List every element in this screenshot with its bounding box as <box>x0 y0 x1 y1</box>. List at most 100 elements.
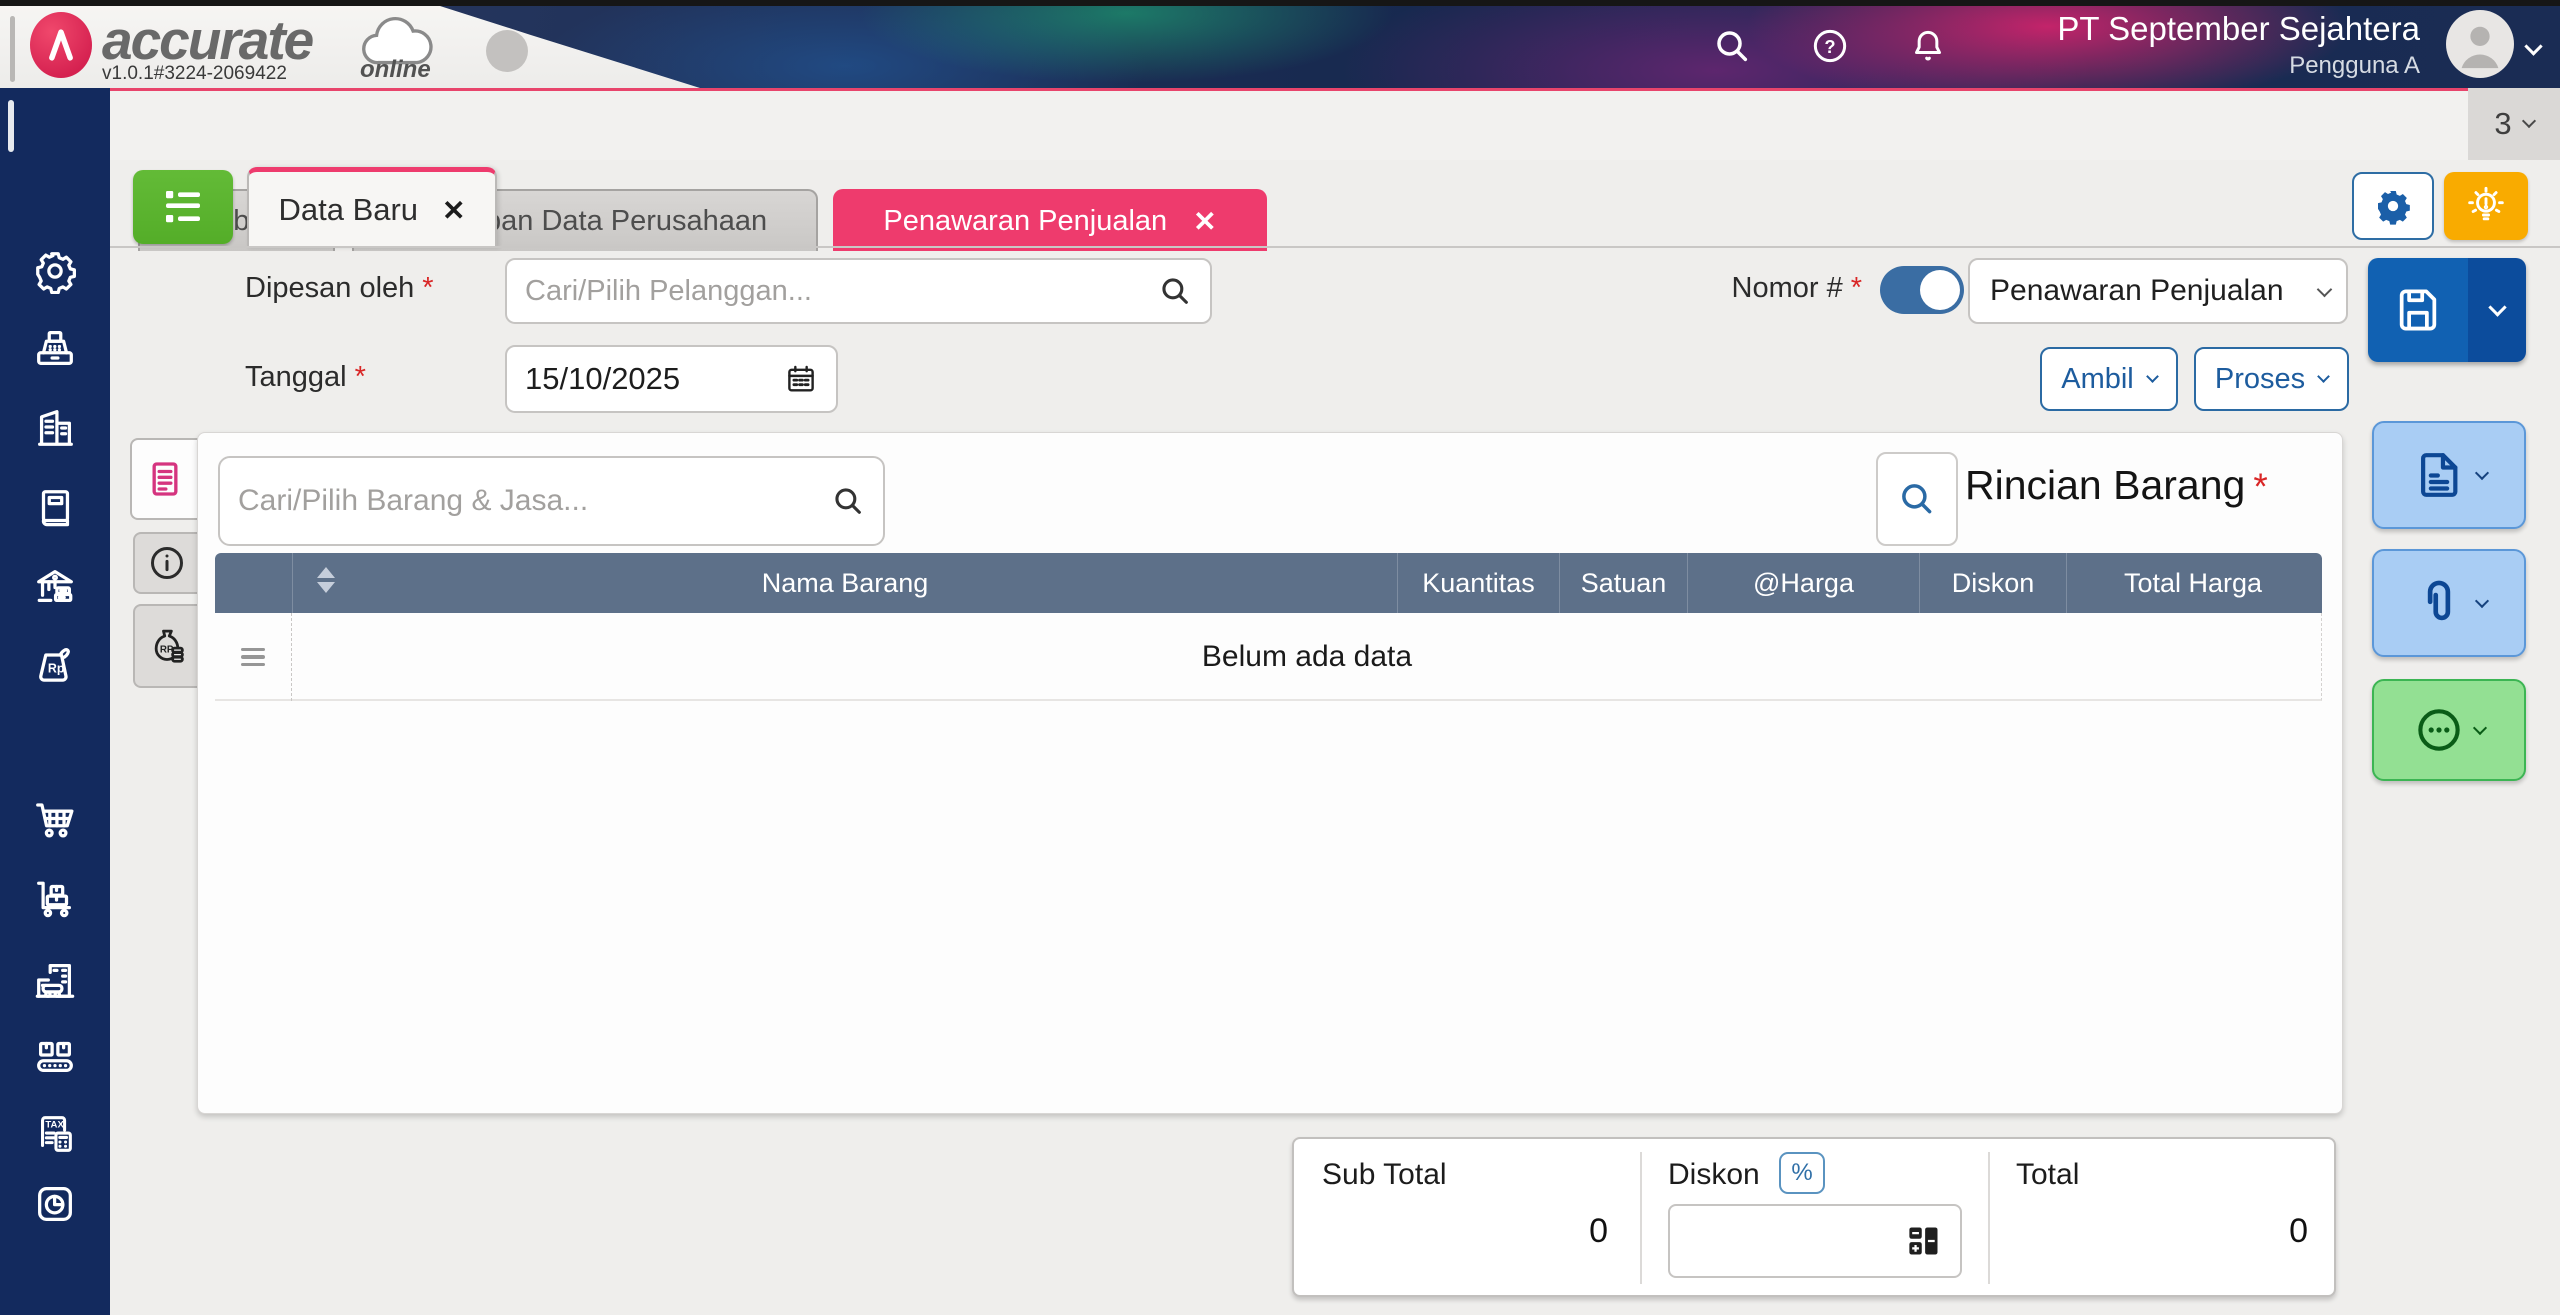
chevron-down-icon <box>2474 465 2490 481</box>
global-search-button[interactable] <box>1712 26 1752 71</box>
sidebar-item-inventory[interactable] <box>32 876 78 922</box>
attachments-button[interactable] <box>2372 549 2526 657</box>
sidebar-item-manufacturing[interactable] <box>32 1033 78 1079</box>
document-actions-button[interactable] <box>2372 421 2526 529</box>
tips-button[interactable] <box>2444 172 2528 240</box>
document-lines-icon <box>152 462 178 496</box>
item-search-input[interactable] <box>238 484 831 518</box>
user-menu-chevron-icon[interactable] <box>2524 37 2543 56</box>
asset-building-car-icon <box>35 963 75 998</box>
close-doc-tab-icon[interactable]: ✕ <box>442 194 465 227</box>
paperclip-icon <box>2427 580 2451 621</box>
price-tag-rp-icon: Rp <box>39 648 70 682</box>
sidebar-item-fixed-assets[interactable] <box>32 957 78 1003</box>
chevron-down-icon <box>2474 593 2490 609</box>
search-icon <box>1717 31 1748 62</box>
lightbulb-icon <box>2468 186 2504 221</box>
customer-search-input[interactable] <box>525 274 1158 308</box>
bell-icon <box>1915 30 1941 61</box>
save-split-button[interactable] <box>2368 258 2526 362</box>
date-field <box>505 345 838 413</box>
number-label: Nomor # * <box>1731 272 1863 304</box>
minitab-down-payment[interactable]: RP <box>133 604 198 688</box>
doc-tab-label: Data Baru <box>278 192 419 227</box>
tax-document-icon: TAX <box>41 1116 72 1152</box>
sidebar-scrollbar[interactable] <box>8 100 14 152</box>
sidebar-item-reports[interactable] <box>32 1181 78 1227</box>
discount-input[interactable] <box>1688 1224 1906 1258</box>
subtotal-label: Sub Total <box>1322 1158 1447 1191</box>
column-header-nama-barang: Nama Barang <box>292 553 1397 613</box>
sidebar-item-settings[interactable] <box>32 248 78 295</box>
top-bar: accurate online v1.0.1#3224-2069422 ? PT… <box>0 0 2560 88</box>
left-scrollbar[interactable] <box>10 16 15 82</box>
calculator-stepper-icon[interactable] <box>1906 1223 1942 1259</box>
sidebar-item-cash-register[interactable] <box>32 325 78 371</box>
report-pie-icon <box>38 1187 72 1221</box>
help-icon: ? <box>1813 29 1847 63</box>
conveyor-boxes-icon <box>37 1041 73 1073</box>
empty-table-row: Belum ada data <box>215 613 2322 701</box>
more-actions-button[interactable] <box>2372 679 2526 781</box>
form-settings-button[interactable] <box>2352 172 2434 240</box>
shopping-cart-icon <box>36 803 74 838</box>
sidebar-item-tax[interactable]: TAX <box>32 1111 78 1157</box>
main-sidebar: Rp TAX <box>0 88 110 1315</box>
sort-icon[interactable] <box>317 567 335 593</box>
discount-label: Diskon <box>1668 1158 1760 1191</box>
bank-icon <box>37 569 73 603</box>
circle-ellipsis-icon <box>2418 709 2460 751</box>
notifications-button[interactable] <box>1908 26 1948 71</box>
company-name: PT September Sejahtera <box>2057 10 2420 47</box>
open-tabs-count: 3 <box>2494 106 2512 141</box>
minitab-info[interactable] <box>133 532 198 594</box>
brand-version: v1.0.1#3224-2069422 <box>102 63 287 84</box>
calendar-icon[interactable] <box>784 362 818 396</box>
tab-data-baru[interactable]: Data Baru ✕ <box>247 167 497 248</box>
save-options-button[interactable] <box>2468 258 2526 362</box>
ambil-label: Ambil <box>2061 362 2134 395</box>
search-icon <box>1902 484 1932 514</box>
minitab-item-detail[interactable] <box>130 438 198 520</box>
top-strip <box>0 0 2560 6</box>
list-icon <box>166 191 200 223</box>
company-building-icon <box>38 410 73 446</box>
svg-text:TAX: TAX <box>45 1119 64 1130</box>
subtotal-value: 0 <box>1589 1212 1608 1250</box>
sidebar-item-company[interactable] <box>32 405 78 451</box>
transaction-type-select[interactable]: Penawaran Penjualan <box>1968 258 2348 324</box>
accurate-logo[interactable] <box>30 12 92 78</box>
sidebar-item-bank[interactable] <box>32 563 78 609</box>
sidebar-item-sales[interactable]: Rp <box>32 642 78 688</box>
column-header-total-harga: Total Harga <box>2066 553 2319 613</box>
help-button[interactable]: ? <box>1810 26 1850 71</box>
transaction-type-value: Penawaran Penjualan <box>1990 274 2284 307</box>
sidebar-item-ledger[interactable] <box>32 485 78 531</box>
sidebar-item-purchases[interactable] <box>32 797 78 843</box>
status-dot <box>486 30 528 72</box>
close-tab-icon[interactable]: ✕ <box>1193 205 1216 238</box>
search-icon[interactable] <box>1158 274 1192 308</box>
ambil-button[interactable]: Ambil <box>2040 347 2178 411</box>
number-auto-toggle[interactable] <box>1880 266 1964 314</box>
book-icon <box>41 490 70 527</box>
accurate-online-app: Rp TAX accurate online v1.0.1#3224-20694… <box>0 0 2560 1315</box>
discount-unit-toggle[interactable]: % <box>1779 1152 1825 1194</box>
settings-icon <box>36 252 76 295</box>
company-block: PT September Sejahtera Pengguna A <box>1990 9 2420 80</box>
record-list-button[interactable] <box>133 170 233 244</box>
item-advanced-search-button[interactable] <box>1876 452 1958 546</box>
hand-trolley-icon <box>37 881 72 918</box>
ordered-by-label: Dipesan oleh * <box>245 272 434 304</box>
proses-button[interactable]: Proses <box>2194 347 2349 411</box>
column-header-harga: @Harga <box>1687 553 1919 613</box>
open-tabs-count-dropdown[interactable]: 3 <box>2468 88 2560 160</box>
save-button[interactable] <box>2368 258 2468 362</box>
row-drag-handle[interactable] <box>215 613 292 701</box>
date-input[interactable] <box>525 361 784 397</box>
chevron-down-icon <box>2521 113 2536 129</box>
person-icon <box>2461 26 2499 69</box>
search-icon[interactable] <box>831 484 865 518</box>
tab-penawaran-penjualan[interactable]: Penawaran Penjualan ✕ <box>833 189 1267 251</box>
user-avatar[interactable] <box>2446 10 2514 78</box>
